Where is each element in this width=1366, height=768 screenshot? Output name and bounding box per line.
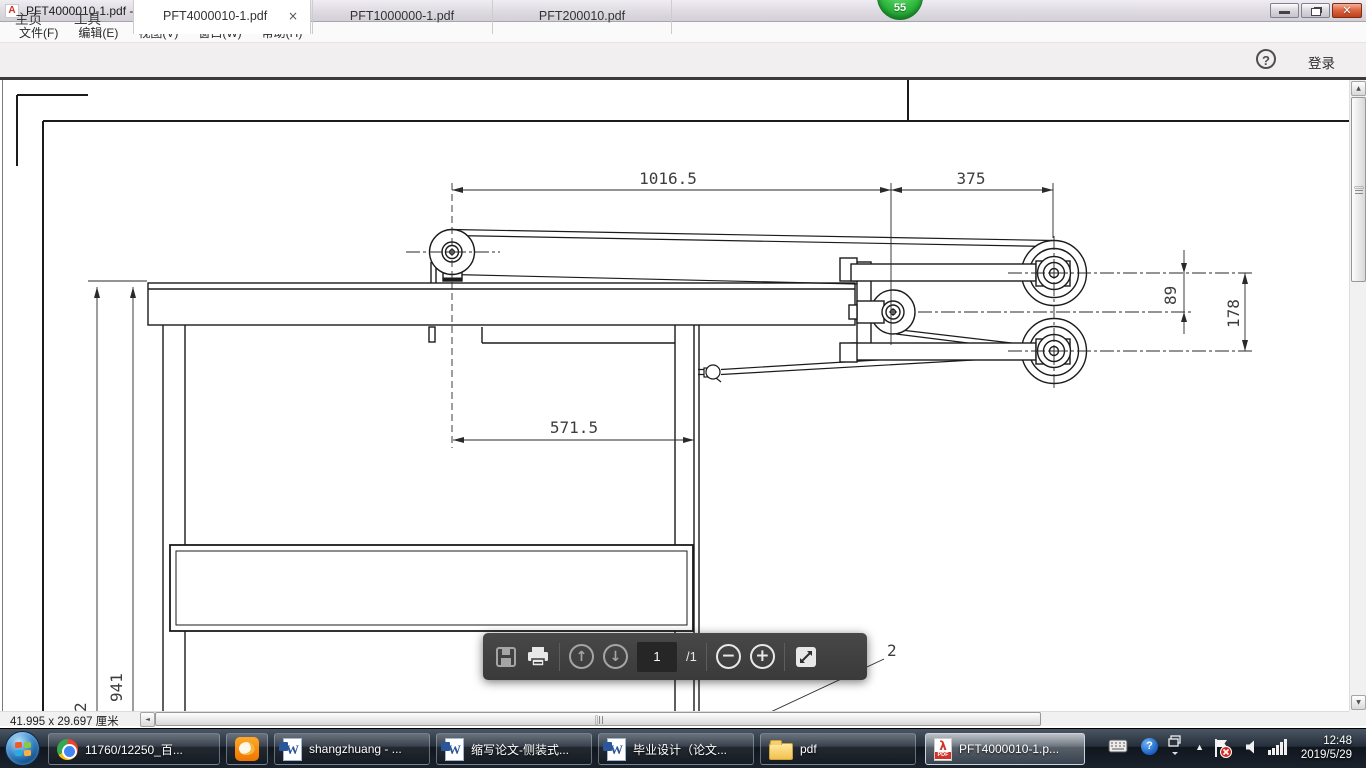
engineering-drawing-canvas: 1016.5 375 571.5 89 178 941 2 2 bbox=[2, 80, 1349, 711]
tab-label: PFT4000010-1.pdf bbox=[163, 9, 268, 23]
dim-941: 941 bbox=[107, 673, 126, 702]
dim-1016-5: 1016.5 bbox=[639, 169, 697, 188]
tab-label: PFT200010.pdf bbox=[538, 9, 626, 23]
document-tab[interactable]: PFT200010.pdf bbox=[492, 0, 672, 34]
task-label: 毕业设计（论文... bbox=[633, 742, 728, 757]
clock-date: 2019/5/29 bbox=[1300, 749, 1352, 761]
page-count-label: /1 bbox=[686, 649, 697, 664]
scroll-down-icon[interactable]: ▼ bbox=[1351, 695, 1366, 710]
task-label: 11760/12250_百... bbox=[85, 742, 183, 757]
eye-bolt bbox=[698, 364, 722, 383]
pivot-arms bbox=[839, 257, 1071, 365]
tab-label: PFT1000000-1.pdf bbox=[349, 9, 455, 23]
dim-89: 89 bbox=[1161, 286, 1180, 305]
horizontal-scroll-thumb[interactable] bbox=[155, 712, 1041, 726]
windows-flag-icon bbox=[15, 741, 22, 749]
document-size-label: 41.995 x 29.697 厘米 bbox=[10, 716, 119, 728]
taskbar-item-orange-app[interactable] bbox=[226, 733, 268, 765]
dim-375: 375 bbox=[957, 169, 986, 188]
save-icon[interactable] bbox=[495, 646, 517, 668]
taskbar-item-acrobat-active[interactable]: PFT4000010-1.p... bbox=[925, 733, 1085, 765]
word-icon bbox=[441, 737, 464, 761]
status-scroll-row: 41.995 x 29.697 厘米 ◄ bbox=[0, 711, 1366, 728]
scroll-left-icon[interactable]: ◄ bbox=[140, 712, 155, 727]
nav-tools[interactable]: 工具 bbox=[74, 8, 101, 28]
previous-page-icon[interactable]: ↑ bbox=[569, 644, 594, 669]
word-icon bbox=[603, 737, 626, 761]
balloon-2: 2 bbox=[887, 641, 897, 660]
floating-speed-ball-badge[interactable]: 55 bbox=[877, 0, 923, 20]
windows-taskbar: 11760/12250_百... shangzhuang - ... 缩写论文-… bbox=[0, 728, 1366, 768]
task-label: pdf bbox=[800, 742, 817, 756]
base-box bbox=[169, 544, 694, 632]
chrome-icon bbox=[57, 738, 78, 760]
close-button[interactable] bbox=[1332, 3, 1362, 18]
minimize-button[interactable] bbox=[1270, 3, 1299, 18]
tab-bar bbox=[0, 43, 1366, 77]
desktop: A PFT4000010-1.pdf - Adobe Acrobat Reade… bbox=[0, 0, 1366, 768]
network-signal-icon[interactable] bbox=[1268, 739, 1288, 755]
task-label: PFT4000010-1.p... bbox=[959, 742, 1060, 756]
restore-button[interactable] bbox=[1301, 3, 1330, 18]
volume-icon[interactable] bbox=[1244, 739, 1260, 755]
tab-close-icon[interactable]: × bbox=[288, 9, 298, 23]
orange-app-icon bbox=[235, 737, 259, 761]
taskbar-clock[interactable]: 12:48 2019/5/29 bbox=[1301, 734, 1352, 762]
clock-time: 12:48 bbox=[1323, 735, 1352, 747]
help-icon[interactable]: ? bbox=[1256, 49, 1276, 69]
speed-ball-value: 55 bbox=[893, 2, 907, 14]
task-label: 缩写论文-侧装式... bbox=[471, 742, 569, 757]
print-icon[interactable] bbox=[526, 646, 550, 668]
show-hidden-icons[interactable]: ▲ bbox=[1195, 742, 1204, 752]
zoom-in-icon[interactable]: + bbox=[749, 644, 775, 669]
pdf-page-view: 1016.5 375 571.5 89 178 941 2 2 ↑ ↓ 1 /1… bbox=[0, 80, 1366, 728]
taskbar-item-chrome[interactable]: 11760/12250_百... bbox=[48, 733, 220, 765]
task-label: shangzhuang - ... bbox=[309, 742, 402, 756]
scrollbar-corner bbox=[1349, 711, 1366, 726]
page-number-input[interactable]: 1 bbox=[637, 641, 677, 672]
helper-question-icon[interactable]: ? bbox=[1141, 738, 1158, 755]
folder-icon bbox=[769, 739, 793, 760]
toolbar-divider bbox=[559, 642, 560, 671]
toolbar-divider bbox=[705, 642, 707, 671]
scroll-up-icon[interactable]: ▲ bbox=[1351, 81, 1366, 96]
taskbar-item-folder-pdf[interactable]: pdf bbox=[760, 733, 916, 765]
sign-in-link[interactable]: 登录 bbox=[1308, 52, 1335, 72]
word-icon bbox=[279, 737, 302, 761]
toolbar-divider bbox=[783, 642, 785, 671]
taskbar-item-word-2[interactable]: 缩写论文-侧装式... bbox=[436, 733, 592, 765]
vertical-scrollbar[interactable]: ▲ ▼ bbox=[1349, 80, 1366, 711]
dim-178: 178 bbox=[1224, 299, 1243, 328]
taskbar-item-word-1[interactable]: shangzhuang - ... bbox=[274, 733, 430, 765]
action-center-flag-icon[interactable] bbox=[1212, 737, 1234, 759]
zoom-out-icon[interactable]: − bbox=[715, 644, 741, 669]
next-page-icon[interactable]: ↓ bbox=[603, 644, 628, 669]
table-beam bbox=[147, 282, 856, 343]
start-button[interactable] bbox=[5, 731, 40, 766]
nav-home[interactable]: 主页 bbox=[15, 8, 42, 28]
vertical-scroll-thumb[interactable] bbox=[1351, 97, 1366, 282]
window-switch-icon[interactable] bbox=[1168, 735, 1182, 757]
acrobat-icon bbox=[934, 737, 952, 761]
dim-partial: 2 bbox=[71, 702, 90, 711]
document-tab-active[interactable]: PFT4000010-1.pdf × bbox=[133, 0, 311, 34]
dim-571-5: 571.5 bbox=[550, 418, 598, 437]
input-method-keyboard-icon[interactable] bbox=[1108, 739, 1128, 753]
document-tab[interactable]: PFT1000000-1.pdf bbox=[312, 0, 491, 34]
taskbar-item-word-3[interactable]: 毕业设计（论文... bbox=[598, 733, 754, 765]
fullscreen-icon[interactable] bbox=[794, 645, 818, 669]
pdf-floating-toolbar: ↑ ↓ 1 /1 − + bbox=[483, 633, 867, 680]
